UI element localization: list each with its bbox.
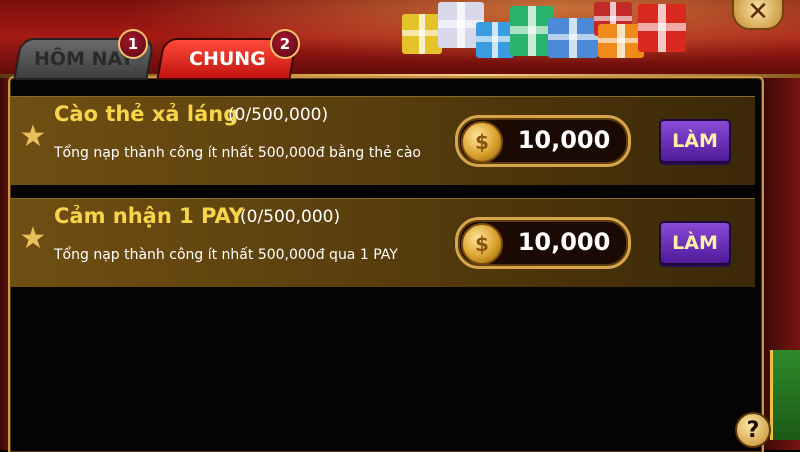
star-icon: ★	[19, 119, 47, 154]
mission-progress: (0/500,000)	[228, 105, 329, 125]
tab-general-badge: 2	[270, 29, 300, 59]
mission-row: ★ Cảm nhận 1 PAY (0/500,000) Tổng nạp th…	[10, 198, 755, 287]
help-button[interactable]: ?	[735, 412, 771, 448]
close-x-icon: ✕	[747, 0, 769, 27]
tab-general-label: CHUNG	[188, 48, 266, 70]
gift-boxes-decoration	[398, 0, 718, 62]
coin-icon: $	[461, 223, 503, 265]
star-icon: ★	[19, 221, 47, 256]
mission-row: ★ Cào thẻ xả láng (0/500,000) Tổng nạp t…	[10, 96, 755, 185]
help-question-icon: ?	[746, 417, 760, 443]
reward-pill: $ 10,000	[455, 115, 631, 167]
mission-title: Cảm nhận 1 PAY	[54, 204, 244, 228]
reward-amount: 10,000	[517, 228, 611, 256]
close-button[interactable]: ✕	[732, 0, 784, 30]
mission-description: Tổng nạp thành công ít nhất 500,000đ qua…	[54, 247, 398, 263]
do-mission-button[interactable]: LÀM	[659, 119, 731, 163]
gift-decoration-right	[770, 350, 800, 440]
mission-title: Cào thẻ xả láng	[54, 102, 239, 126]
mission-description: Tổng nạp thành công ít nhất 500,000đ bằn…	[54, 145, 421, 161]
do-mission-button[interactable]: LÀM	[659, 221, 731, 265]
reward-amount: 10,000	[517, 126, 611, 154]
tab-today-badge: 1	[118, 29, 148, 59]
reward-pill: $ 10,000	[455, 217, 631, 269]
coin-icon: $	[461, 121, 503, 163]
mission-progress: (0/500,000)	[240, 207, 341, 227]
